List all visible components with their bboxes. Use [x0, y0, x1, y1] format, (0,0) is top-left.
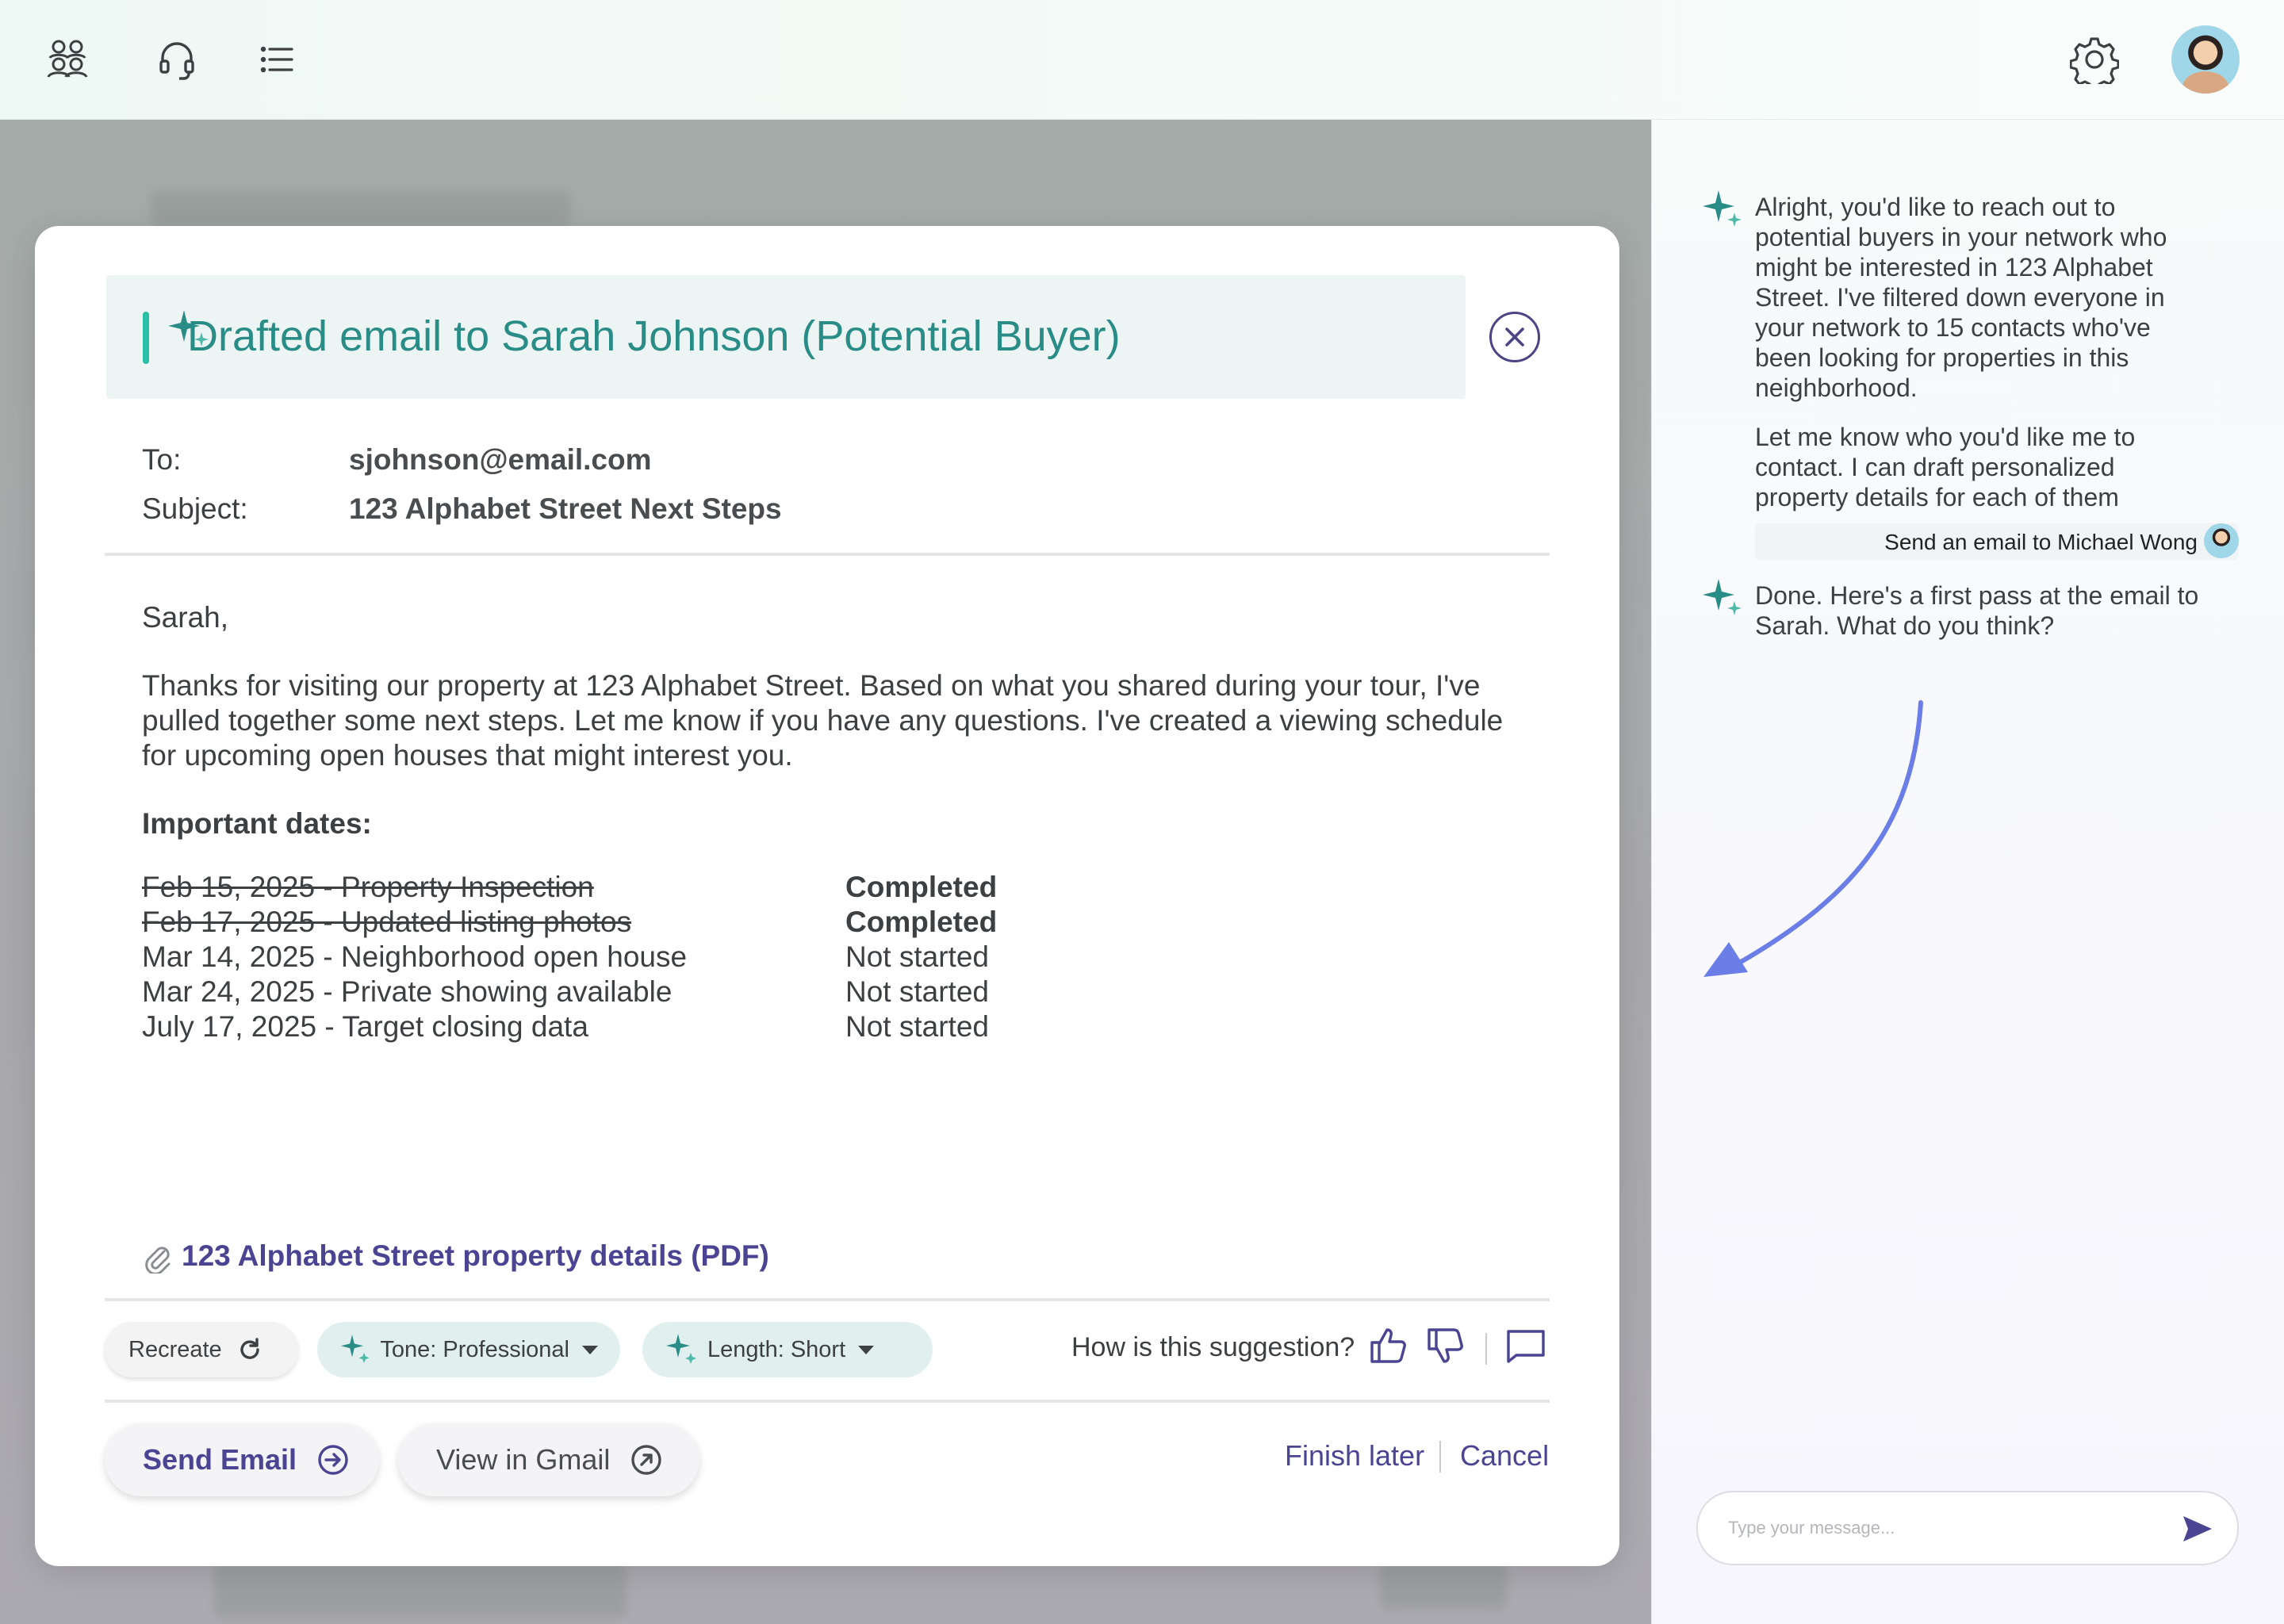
email-title-bar: Drafted email to Sarah Johnson (Potentia… [106, 275, 1466, 399]
assistant-message-paragraph: Done. Here's a first pass at the email t… [1755, 581, 2199, 640]
top-bar [0, 0, 2284, 120]
view-in-gmail-label: View in Gmail [436, 1443, 611, 1476]
dates-heading: Important dates: [142, 807, 372, 840]
date-row: Feb 15, 2025 - Property Inspection Compl… [142, 870, 1094, 905]
date-row: July 17, 2025 - Target closing data Not … [142, 1009, 1094, 1044]
sparkle-icon [666, 1334, 696, 1364]
date-status: Not started [845, 975, 989, 1008]
to-label: To: [142, 443, 182, 476]
user-avatar [2204, 523, 2239, 558]
date-status: Not started [845, 940, 989, 973]
close-button[interactable] [1489, 312, 1540, 362]
attachment-name: 123 Alphabet Street property details (PD… [182, 1239, 769, 1272]
date-item: Mar 24, 2025 - Private showing available [142, 975, 673, 1008]
chevron-down-icon [858, 1345, 875, 1354]
external-link-icon [631, 1445, 662, 1475]
divider [105, 1400, 1550, 1403]
send-email-button[interactable]: Send Email [105, 1423, 379, 1496]
avatar[interactable] [2171, 25, 2240, 94]
title-accent-bar [143, 312, 149, 364]
email-draft-modal: Drafted email to Sarah Johnson (Potentia… [35, 226, 1619, 1566]
comment-icon[interactable] [1504, 1323, 1548, 1368]
length-dropdown[interactable]: Length: Short [642, 1322, 933, 1377]
assistant-message-paragraph: Alright, you'd like to reach out to pote… [1755, 193, 2167, 402]
date-item: Mar 14, 2025 - Neighborhood open house [142, 940, 688, 973]
date-item: Feb 17, 2025 - Updated listing photos [142, 906, 632, 938]
recreate-label: Recreate [128, 1336, 222, 1362]
assistant-message: Done. Here's a first pass at the email t… [1755, 580, 2199, 660]
send-icon[interactable] [2180, 1511, 2215, 1546]
important-dates-list: Feb 15, 2025 - Property Inspection Compl… [142, 870, 1094, 1044]
email-title: Drafted email to Sarah Johnson (Potentia… [187, 312, 1121, 360]
divider [1485, 1333, 1487, 1365]
cancel-link[interactable]: Cancel [1460, 1439, 1549, 1473]
to-field[interactable]: sjohnson@email.com [349, 443, 652, 477]
assistant-message-paragraph: Let me know who you'd like me to contact… [1755, 423, 2136, 511]
attachment-link[interactable]: 123 Alphabet Street property details (PD… [142, 1239, 769, 1274]
date-row: Feb 17, 2025 - Updated listing photos Co… [142, 905, 1094, 940]
close-icon [1505, 327, 1524, 347]
date-row: Mar 14, 2025 - Neighborhood open house N… [142, 940, 1094, 975]
tone-dropdown[interactable]: Tone: Professional [317, 1322, 620, 1377]
recreate-button[interactable]: Recreate [105, 1322, 298, 1377]
divider [105, 1298, 1550, 1301]
view-in-gmail-button[interactable]: View in Gmail [398, 1423, 699, 1496]
arrow-right-circle-icon [318, 1445, 348, 1475]
email-body[interactable]: Thanks for visiting our property at 123 … [142, 668, 1538, 773]
send-email-label: Send Email [143, 1443, 297, 1476]
date-status: Completed [845, 871, 998, 903]
thumbs-up-icon[interactable] [1367, 1323, 1412, 1368]
date-item: Feb 15, 2025 - Property Inspection [142, 871, 594, 903]
list-icon[interactable] [251, 33, 303, 86]
length-label: Length: Short [707, 1336, 846, 1362]
subject-field[interactable]: 123 Alphabet Street Next Steps [349, 492, 782, 526]
finish-later-link[interactable]: Finish later [1285, 1439, 1424, 1473]
date-status: Not started [845, 1010, 989, 1043]
chat-input-box [1696, 1491, 2239, 1565]
sparkle-icon [1703, 190, 1742, 227]
user-message-text: Send an email to Michael Wong [1884, 530, 2198, 554]
curved-arrow-icon [1703, 700, 1923, 977]
divider [105, 553, 1550, 556]
gear-icon[interactable] [2068, 33, 2121, 86]
assistant-message: Alright, you'd like to reach out to pote… [1755, 192, 2199, 531]
date-status: Completed [845, 906, 998, 938]
paperclip-icon [145, 1247, 171, 1274]
chevron-down-icon [582, 1345, 598, 1354]
date-item: July 17, 2025 - Target closing data [142, 1010, 588, 1043]
date-row: Mar 24, 2025 - Private showing available… [142, 975, 1094, 1009]
people-icon[interactable] [41, 33, 94, 86]
sparkle-icon [340, 1335, 370, 1363]
email-greeting: Sarah, [142, 601, 229, 634]
feedback-prompt: How is this suggestion? [1071, 1332, 1355, 1362]
tone-label: Tone: Professional [380, 1336, 569, 1362]
chat-message-input[interactable] [1726, 1513, 2158, 1543]
refresh-icon [240, 1338, 259, 1359]
headset-icon[interactable] [151, 33, 203, 86]
sparkle-icon [1703, 579, 1742, 615]
thumbs-down-icon[interactable] [1424, 1323, 1469, 1368]
subject-label: Subject: [142, 492, 248, 525]
user-message: Send an email to Michael Wong [1755, 523, 2239, 560]
divider [1439, 1441, 1441, 1473]
